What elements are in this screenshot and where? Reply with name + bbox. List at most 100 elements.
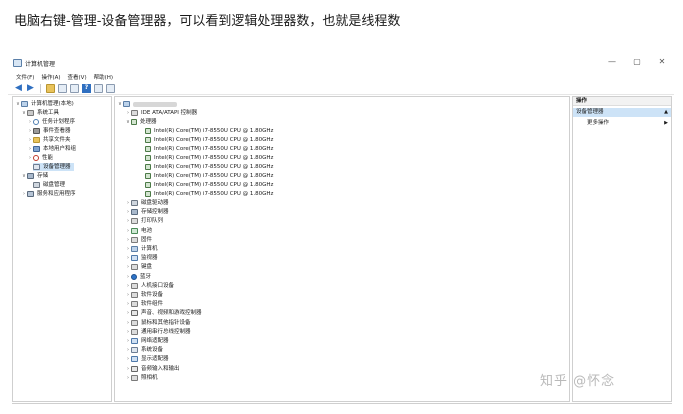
menu-view[interactable]: 查看(V) [68,73,87,81]
device-category-icon [131,273,137,280]
device-category-item[interactable]: › 蓝牙 [125,273,151,281]
device-category-item[interactable]: › 照相机 [125,374,158,382]
device-category-item[interactable]: › 打印队列 [125,217,163,225]
processor-label: Intel(R) Core(TM) i7-8550U CPU @ 1.80GHz [154,191,274,197]
device-category-item[interactable]: › 人机接口设备 [125,282,174,290]
menu-file[interactable]: 文件(F) [16,73,34,81]
device-category-icon [131,301,138,308]
processor-item[interactable]: Intel(R) Core(TM) i7-8550U CPU @ 1.80GHz [145,145,273,153]
submenu-caret-icon: ▶ [664,120,668,126]
processor-item[interactable]: Intel(R) Core(TM) i7-8550U CPU @ 1.80GHz [145,181,273,189]
device-category-item[interactable]: › 存储控制器 [125,208,169,216]
processor-item[interactable]: Intel(R) Core(TM) i7-8550U CPU @ 1.80GHz [145,190,273,198]
device-category-label: 蓝牙 [140,273,152,280]
processor-label: Intel(R) Core(TM) i7-8550U CPU @ 1.80GHz [154,146,274,152]
device-category-label: 固件 [141,236,153,243]
device-category-icon [131,310,138,317]
more-actions-item[interactable]: 更多操作 ▶ [587,119,671,128]
show-hide-tree-icon[interactable] [58,83,67,93]
device-category-icon [131,246,138,252]
computer-management-window: 计算机管理 — ▢ ✕ 文件(F) 操作(A) 查看(V) 帮助(H) ◀ ▶ … [8,54,674,404]
device-category-label: 磁盘驱动器 [141,200,169,206]
status-bar [12,403,672,404]
device-category-icon [131,236,138,243]
monitor-icon[interactable] [106,83,115,93]
menu-help[interactable]: 帮助(H) [94,73,113,81]
menu-action[interactable]: 操作(A) [41,73,60,81]
properties-icon[interactable] [70,83,79,93]
device-category-item[interactable]: › 软件组件 [125,300,163,308]
tree-label: 系统工具 [37,110,60,116]
actions-pane: 操作 设备管理器 ▲ 更多操作 ▶ [572,96,672,402]
tree-task-scheduler[interactable]: › 任务计划程序 [27,118,75,126]
device-category-item[interactable]: › 显示适配器 [125,355,169,363]
device-label: IDE ATA/ATAPI 控制器 [141,110,198,116]
device-category-item[interactable]: › 计算机 [125,245,158,253]
device-category-icon [131,347,138,354]
device-category-label: 计算机 [141,246,158,252]
tree-label: 磁盘管理 [43,182,66,188]
close-button[interactable]: ✕ [658,57,666,67]
device-category-item[interactable]: › 网络适配器 [125,337,169,345]
forward-arrow-icon[interactable]: ▶ [26,83,35,93]
tree-label: 存储 [37,173,49,179]
device-category-label: 照相机 [141,374,158,381]
device-category-item[interactable]: › 通用串行总线控制器 [125,328,191,336]
device-category-item[interactable]: › 鼠标和其他指针设备 [125,319,191,327]
refresh-view-icon[interactable] [94,83,103,93]
device-category-item[interactable]: › 声音、视频和游戏控制器 [125,309,202,317]
tree-shared-folders[interactable]: › 共享文件夹 [27,136,71,144]
tree-disk-management[interactable]: 磁盘管理 [33,181,65,189]
processor-item[interactable]: Intel(R) Core(TM) i7-8550U CPU @ 1.80GHz [145,154,273,162]
processor-label: Intel(R) Core(TM) i7-8550U CPU @ 1.80GHz [154,182,274,188]
tree-device-manager[interactable]: 设备管理器 [33,163,74,171]
device-category-icon [131,209,138,216]
hostname-redacted [133,101,177,107]
actions-header: 操作 [573,97,671,106]
tree-local-users[interactable]: › 本地用户和组 [27,145,76,153]
minimize-button[interactable]: — [608,57,616,67]
device-category-icon [131,319,138,326]
device-category-label: 存储控制器 [141,209,169,216]
device-category-item[interactable]: › 音频输入和输出 [125,365,180,373]
device-category-item[interactable]: › 系统设备 [125,346,163,354]
tree-root[interactable]: ∨ 计算机管理(本地) [15,100,74,108]
device-category-icon [131,374,138,381]
tree-label: 共享文件夹 [43,137,71,143]
window-title: 计算机管理 [25,60,56,68]
device-category-item[interactable]: › 软件设备 [125,291,163,299]
up-folder-icon[interactable] [46,83,55,93]
device-category-label: 系统设备 [141,347,164,354]
device-category-item[interactable]: › 监视器 [125,254,158,262]
event-log-icon [33,128,40,134]
device-category-label: 音频输入和输出 [141,365,180,372]
device-tree-root[interactable]: ∨ [117,100,177,108]
tree-label: 服务和应用程序 [37,191,76,197]
device-category-item[interactable]: › 固件 [125,236,152,244]
tree-label: 设备管理器 [43,164,71,170]
users-icon [33,146,40,152]
tree-label: 事件查看器 [43,128,71,134]
tree-services-apps[interactable]: › 服务和应用程序 [21,190,76,198]
actions-section-device-manager[interactable]: 设备管理器 ▲ [573,108,671,117]
device-ide-controllers[interactable]: › IDE ATA/ATAPI 控制器 [125,109,197,117]
back-arrow-icon[interactable]: ◀ [14,83,23,93]
processor-item[interactable]: Intel(R) Core(TM) i7-8550U CPU @ 1.80GHz [145,136,273,144]
processor-icon [145,137,151,143]
console-tree-pane: ∨ 计算机管理(本地) ∨ 系统工具 › 任务计划程序 › 事件查看器 › 共享… [12,96,112,402]
device-processors[interactable]: ∨ 处理器 [125,118,157,126]
processor-item[interactable]: Intel(R) Core(TM) i7-8550U CPU @ 1.80GHz [145,163,273,171]
tree-event-viewer[interactable]: › 事件查看器 [27,127,71,135]
tree-storage[interactable]: ∨ 存储 [21,172,48,180]
processor-item[interactable]: Intel(R) Core(TM) i7-8550U CPU @ 1.80GHz [145,127,273,135]
tree-performance[interactable]: › 性能 [27,154,53,162]
processor-item[interactable]: Intel(R) Core(TM) i7-8550U CPU @ 1.80GHz [145,172,273,180]
help-icon[interactable]: ? [82,83,91,93]
maximize-button[interactable]: ▢ [633,57,641,67]
device-category-item[interactable]: › 键盘 [125,263,152,271]
device-category-item[interactable]: › 电池 [125,227,152,235]
collapse-caret-icon[interactable]: ▲ [664,108,668,117]
device-tree-pane: ∨ › IDE ATA/ATAPI 控制器 ∨ 处理器 Intel(R) Cor… [114,96,570,402]
tree-system-tools[interactable]: ∨ 系统工具 [21,109,59,117]
device-category-item[interactable]: › 磁盘驱动器 [125,199,169,207]
